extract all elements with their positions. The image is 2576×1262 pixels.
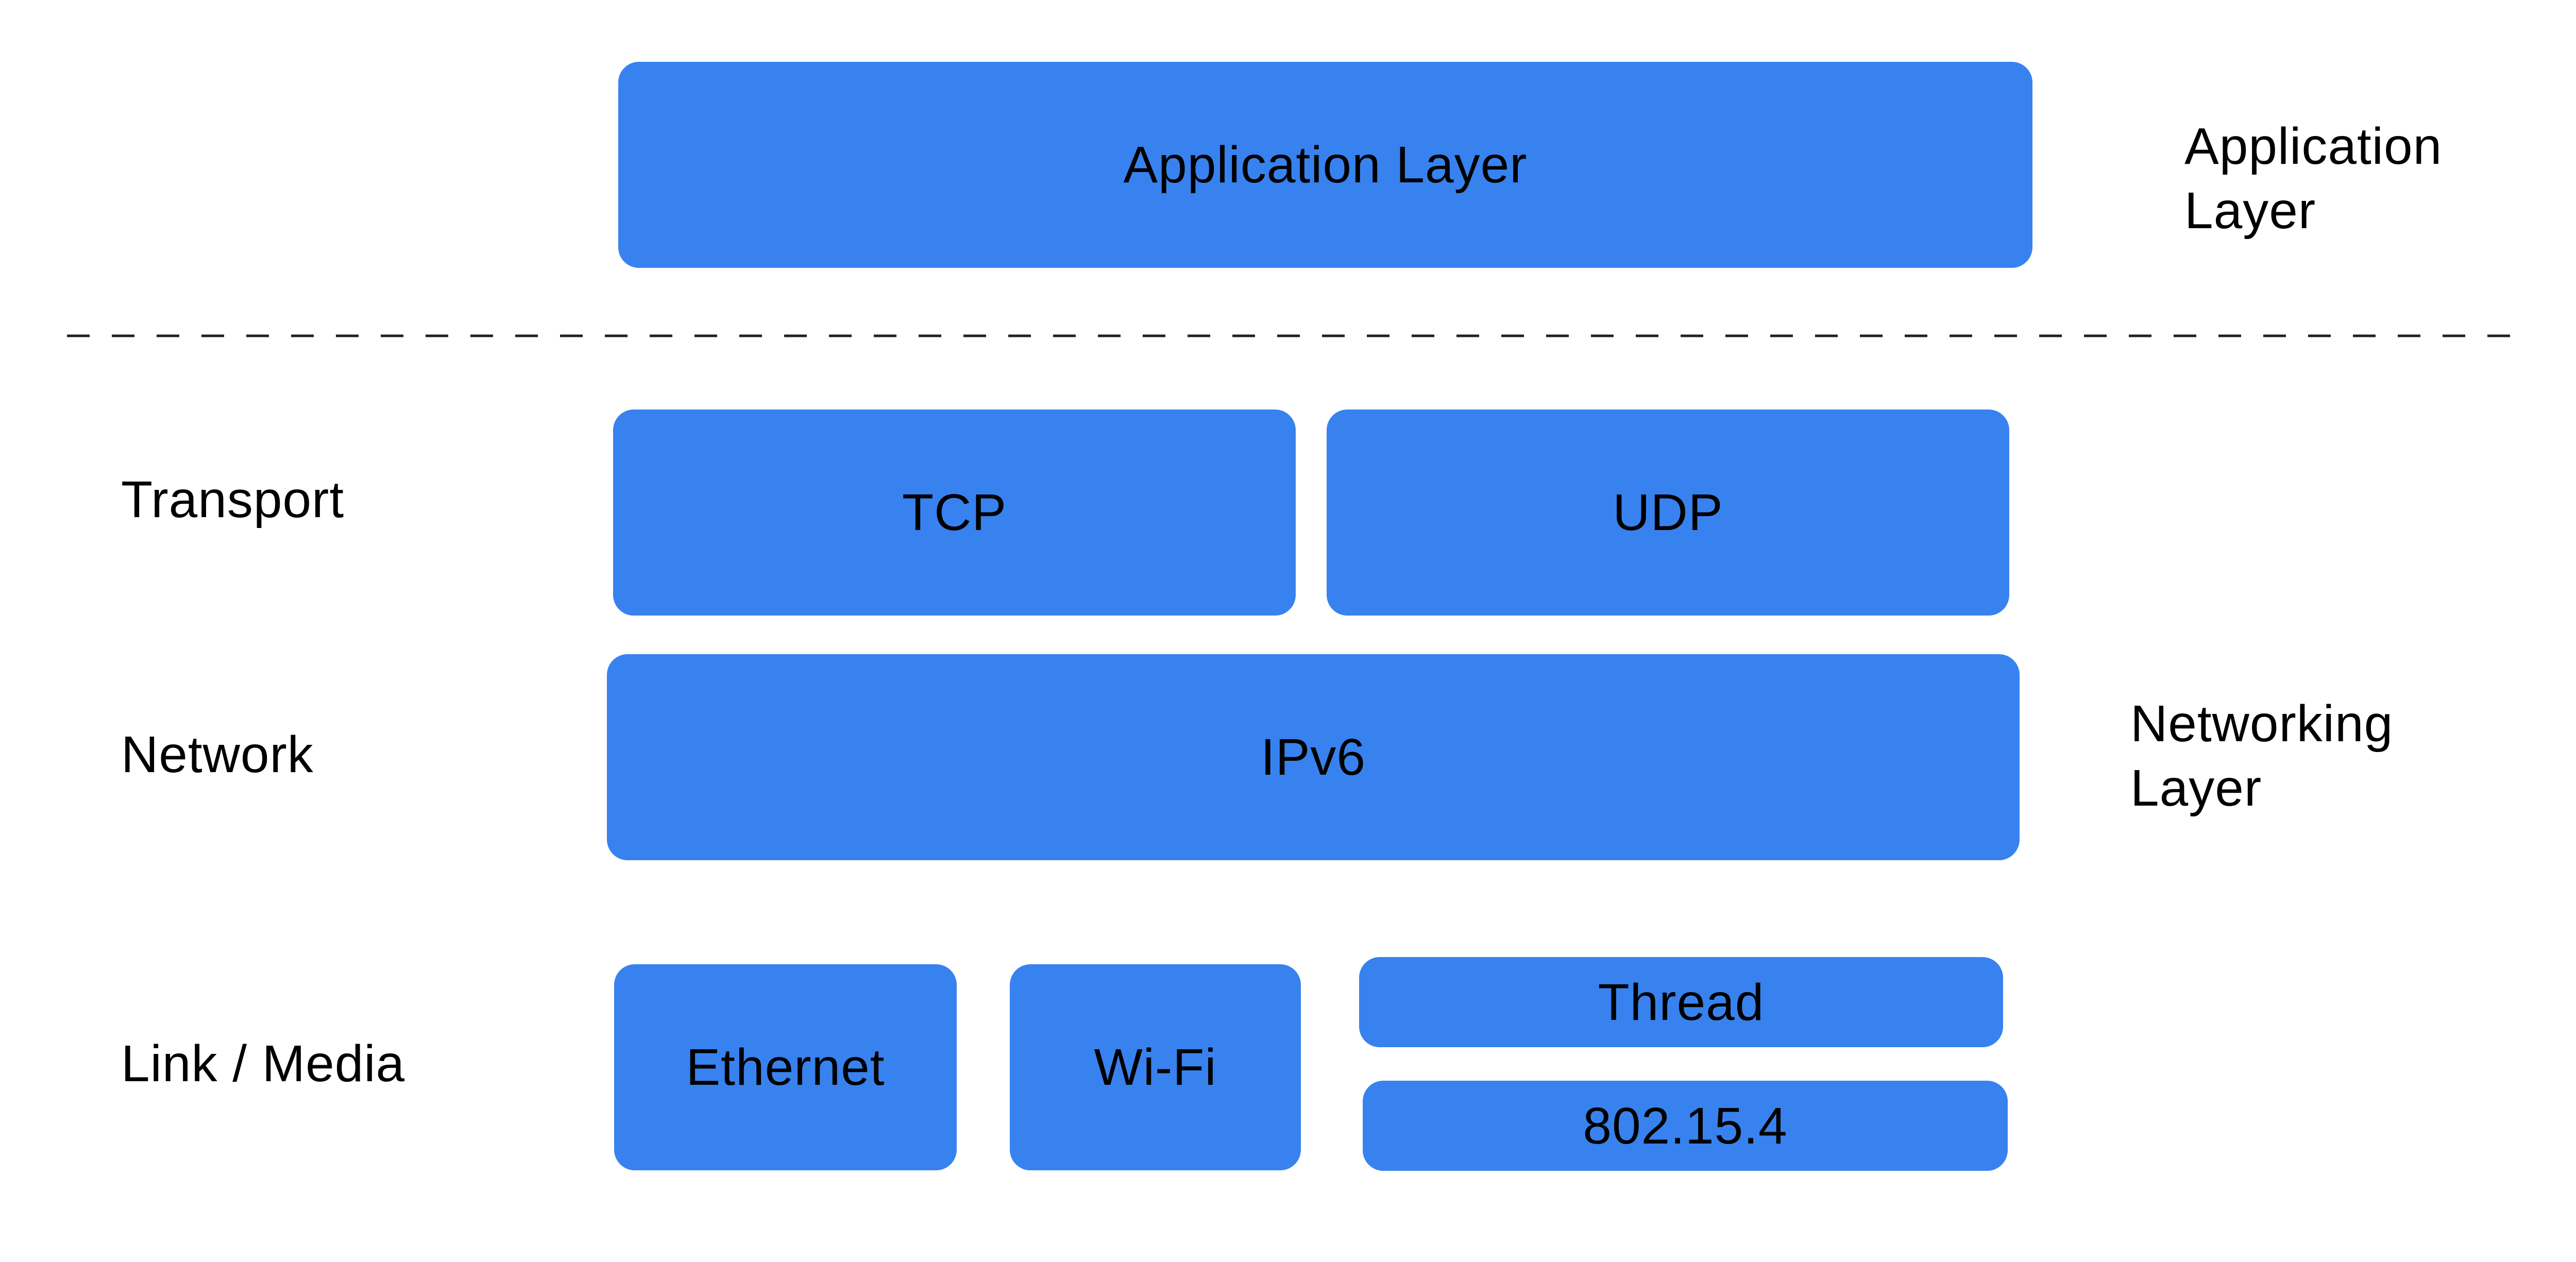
thread-box-label: Thread (1598, 973, 1765, 1031)
wifi-box-label: Wi-Fi (1094, 1038, 1217, 1096)
udp-box-label: UDP (1613, 484, 1723, 541)
transport-row-label: Transport (121, 471, 345, 528)
ieee-802-15-4-box: 802.15.4 (1363, 1081, 2008, 1171)
udp-box: UDP (1327, 410, 2009, 616)
ipv6-box-label: IPv6 (1260, 728, 1366, 786)
tcp-box-label: TCP (902, 484, 1007, 541)
tcp-box: TCP (613, 410, 1296, 616)
networking-layer-side-label: Networking Layer (2130, 695, 2394, 817)
ethernet-box: Ethernet (614, 964, 957, 1170)
link-media-row-label: Link / Media (121, 1035, 405, 1093)
application-layer-box: Application Layer (618, 62, 2032, 268)
application-layer-side-label: Application Layer (2184, 117, 2443, 240)
thread-box: Thread (1359, 957, 2003, 1047)
ieee-802-15-4-box-label: 802.15.4 (1583, 1097, 1788, 1155)
ipv6-box: IPv6 (607, 654, 2020, 860)
application-layer-box-label: Application Layer (1123, 136, 1528, 194)
wifi-box: Wi-Fi (1010, 964, 1301, 1170)
network-row-label: Network (121, 726, 314, 783)
ethernet-box-label: Ethernet (686, 1038, 885, 1096)
